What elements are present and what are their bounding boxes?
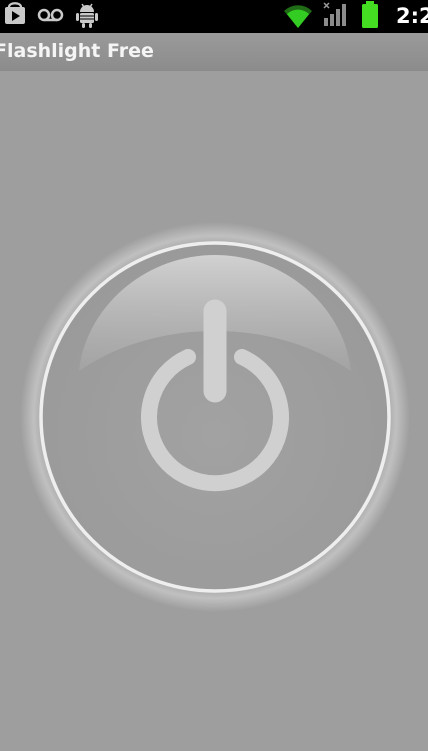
- android-debug-icon: [76, 3, 98, 28]
- power-button[interactable]: [0, 71, 428, 751]
- title-bar: Flashlight Free: [0, 33, 428, 71]
- app-title: Flashlight Free: [0, 40, 154, 62]
- play-store-icon: [5, 2, 25, 24]
- battery-icon: [362, 1, 378, 28]
- main-content: [0, 71, 428, 751]
- voicemail-icon: [37, 8, 64, 22]
- wifi-icon: [284, 5, 312, 28]
- status-bar: 2:20: [0, 0, 428, 33]
- signal-icon: [323, 2, 346, 26]
- status-time: 2:20: [396, 4, 428, 28]
